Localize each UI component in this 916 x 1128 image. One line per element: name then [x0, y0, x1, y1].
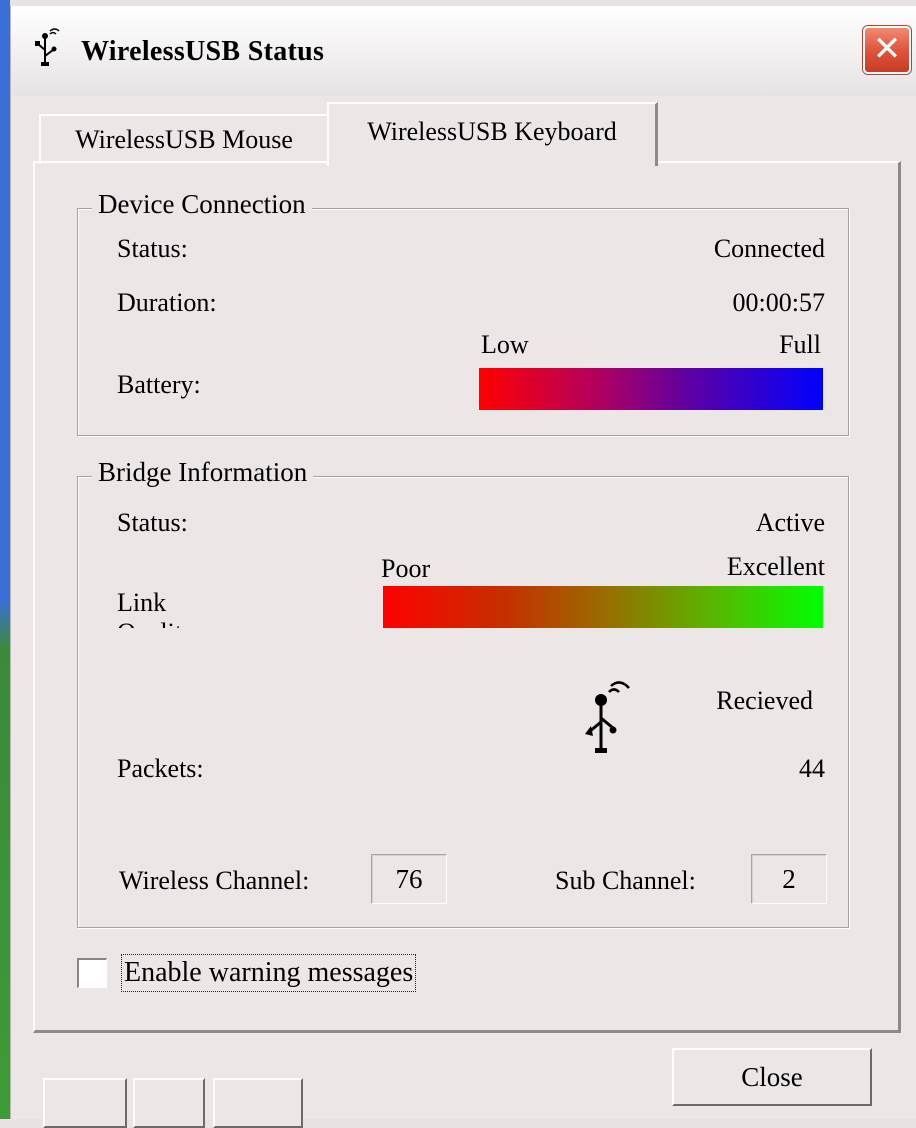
battery-level-bar	[479, 368, 823, 410]
received-label: Recieved	[716, 686, 813, 715]
usb-wireless-icon	[585, 681, 630, 753]
battery-full-label: Full	[779, 330, 821, 359]
enable-warning-label[interactable]: Enable warning messages	[121, 954, 417, 992]
close-icon[interactable]: ✕	[863, 26, 911, 74]
bridge-status-value: Active	[755, 508, 825, 537]
battery-low-label: Low	[481, 330, 529, 359]
tab-wirelessusb-keyboard[interactable]: WirelessUSB Keyboard	[327, 102, 658, 166]
wirelessusb-status-window: WirelessUSB Status ✕ WirelessUSB Mouse W…	[10, 6, 916, 1128]
wireless-channel-label: Wireless Channel:	[119, 866, 310, 895]
title-bar[interactable]: WirelessUSB Status ✕	[11, 6, 916, 96]
duration-label: Duration:	[117, 288, 217, 317]
link-quality-bar	[383, 586, 823, 628]
enable-warning-checkbox[interactable]	[77, 958, 107, 988]
bridge-status-label: Status:	[117, 508, 188, 537]
packets-value: 44	[799, 754, 825, 783]
window-title: WirelessUSB Status	[81, 36, 325, 67]
link-excellent-label: Excellent	[726, 552, 825, 581]
link-poor-label: Poor	[381, 554, 431, 583]
wireless-channel-field: 76	[371, 854, 447, 904]
desktop-background	[0, 0, 10, 1119]
bridge-information-title: Bridge Information	[92, 457, 314, 488]
packets-label: Packets:	[117, 754, 204, 783]
taskbar-stub-3	[213, 1078, 303, 1128]
taskbar-stub-2	[133, 1078, 205, 1128]
device-connection-title: Device Connection	[92, 189, 312, 220]
duration-value: 00:00:57	[732, 288, 825, 317]
device-status-value: Connected	[713, 234, 825, 263]
tab-wirelessusb-mouse[interactable]: WirelessUSB Mouse	[39, 114, 328, 164]
device-status-label: Status:	[117, 234, 188, 263]
battery-label: Battery:	[117, 370, 201, 399]
link-quality-label: Link Quality:	[117, 588, 202, 628]
taskbar-stub-1	[43, 1078, 127, 1128]
close-button[interactable]: Close	[672, 1048, 872, 1106]
wireless-usb-icon	[35, 28, 60, 66]
sub-channel-label: Sub Channel:	[555, 866, 696, 895]
sub-channel-field: 2	[751, 854, 827, 904]
